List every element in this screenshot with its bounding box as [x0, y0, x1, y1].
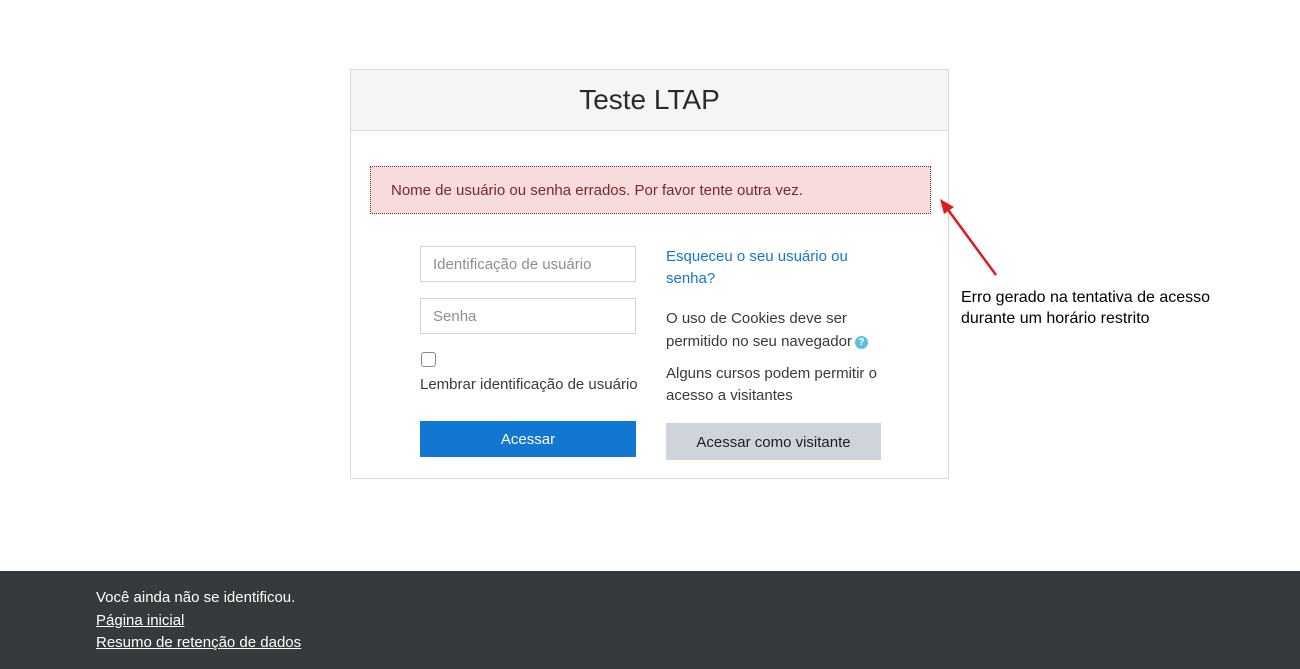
username-input[interactable] — [420, 246, 636, 282]
guest-login-button[interactable]: Acessar como visitante — [666, 423, 881, 460]
forgot-password-link[interactable]: Esqueceu o seu usuário ou senha? — [666, 246, 876, 290]
login-card-header: Teste LTAP — [351, 70, 948, 131]
remember-username-label: Lembrar identificação de usuário — [420, 376, 638, 393]
site-title: Teste LTAP — [579, 84, 720, 115]
home-page-link[interactable]: Página inicial — [96, 612, 184, 629]
cookies-notice-text: O uso de Cookies deve ser permitido no s… — [666, 310, 852, 350]
annotation-arrow-icon — [940, 199, 998, 276]
data-retention-link[interactable]: Resumo de retenção de dados — [96, 634, 301, 651]
question-circle-icon[interactable]: ? — [854, 336, 868, 349]
login-error-alert: Nome de usuário ou senha errados. Por fa… — [370, 166, 931, 214]
login-status-text: Você ainda não se identificou. — [96, 589, 296, 606]
annotation-note: Erro gerado na tentativa de acesso duran… — [961, 289, 1211, 327]
page-footer: Você ainda não se identificou. Página in… — [0, 571, 1300, 669]
guest-notice: Alguns cursos podem permitir o acesso a … — [666, 365, 877, 404]
password-input[interactable] — [420, 298, 636, 334]
login-button[interactable]: Acessar — [420, 421, 636, 457]
remember-username-checkbox[interactable] — [421, 352, 436, 367]
cookies-notice: O uso de Cookies deve ser permitido no s… — [666, 307, 886, 353]
login-card: Teste LTAP Nome de usuário ou senha erra… — [350, 69, 949, 479]
